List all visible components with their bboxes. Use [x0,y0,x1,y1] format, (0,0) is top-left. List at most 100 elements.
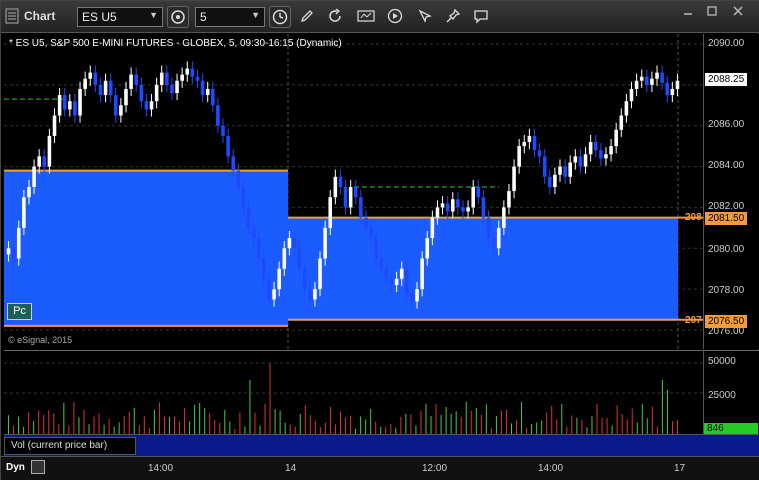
comment-button[interactable] [471,6,493,28]
candle-body [629,88,634,102]
candle-body [124,88,128,106]
volume-axis-label: 50000 [708,356,736,367]
candle-body [246,207,251,228]
candle-body [496,227,501,249]
candle-body [353,187,358,198]
candle-body [170,84,174,94]
candle-body [440,203,445,208]
dyn-settings-icon[interactable] [31,460,45,474]
candle-body [277,268,281,290]
candle-body [394,278,399,286]
candle-body [573,156,578,163]
candle-body [108,80,113,96]
volume-chart-svg [4,362,704,435]
candle-body [491,238,496,249]
candle-body [583,154,588,167]
candle-body [42,156,47,167]
volume-legend-bar: Vol (current price bar) [4,434,759,456]
candle-body [32,166,36,187]
candle-body [389,278,394,286]
volume-axis-label: 25000 [708,390,736,401]
play-button[interactable] [385,6,407,28]
candle-body [665,82,670,96]
candle-body [588,142,593,155]
volume-plot[interactable] [4,350,704,435]
draw-button[interactable] [297,6,319,28]
candle-body [251,227,256,239]
candle-body [614,129,618,147]
candle-body [129,74,133,89]
time-axis[interactable]: Dyn 14:00 14 12:00 14:00 17 [1,456,759,480]
candle-body [159,72,164,85]
interval-value: 5 [200,10,207,24]
candle-body [68,101,72,110]
cursor-tool-button[interactable] [415,6,437,28]
candle-body [624,101,629,116]
candle-body [287,238,292,249]
interval-input[interactable]: 5 ▼ [195,7,265,27]
candle-body [119,105,123,116]
candle-body [359,197,363,218]
chevron-down-icon[interactable]: ▼ [251,10,260,20]
pin-button[interactable] [443,6,465,28]
minimize-button[interactable] [677,4,699,16]
candle-body [537,150,542,157]
price-chart-svg [4,34,704,349]
refresh-button[interactable] [325,6,347,28]
candle-body [675,80,680,89]
range-zone [4,170,288,326]
candle-body [27,187,31,198]
price-label: 2086.00 [708,119,745,130]
candle-body [645,76,649,85]
clock-button[interactable] [269,6,291,28]
candle-body [456,199,460,208]
candle-body [154,84,159,102]
candle-body [139,84,144,102]
pc-label[interactable]: Pc [7,303,32,320]
candle-body [502,207,506,228]
level-low-tag: 2076.50 [705,315,748,328]
maximize-button[interactable] [701,4,723,16]
chart-tool-button[interactable] [355,6,377,28]
last-price-tag: 2088.25 [705,73,748,86]
candle-body [113,95,118,116]
candle-body [302,268,307,290]
chart-toolbar: Chart ES U5 ▼ 5 ▼ [1,1,759,33]
close-button[interactable] [727,4,749,16]
candle-body [47,135,52,167]
volume-axis[interactable]: 50000 25000 846 [703,350,759,435]
candle-body [262,258,266,279]
candle-body [369,227,373,239]
chevron-down-icon[interactable]: ▼ [149,10,158,20]
grip-icon[interactable] [4,7,20,25]
candle-body [384,268,389,279]
candle-body [435,207,440,218]
price-plot[interactable] [4,34,704,349]
candle-body [430,217,435,239]
candle-body [236,170,241,187]
candle-body [532,135,537,151]
candle-body [73,101,77,116]
candle-body [333,176,338,198]
candle-body [180,74,184,81]
candle-body [78,88,82,116]
price-label: 2078.00 [708,285,745,296]
candle-body [563,166,567,177]
candle-body [445,203,450,212]
symbol-input[interactable]: ES U5 ▼ [77,7,163,27]
time-label: 17 [674,463,686,474]
dyn-label[interactable]: Dyn [6,462,25,473]
price-label: 2090.00 [708,38,745,49]
candle-body [599,150,603,159]
volume-legend-label[interactable]: Vol (current price bar) [4,437,136,455]
candle-body [655,72,659,79]
candle-body [578,156,583,167]
candle-body [226,135,230,157]
chart-header: * ES U5, S&P 500 E-MINI FUTURES - GLOBEX… [9,38,342,49]
candle-body [256,238,261,259]
cycle-button[interactable] [167,6,189,28]
level-high-trunc: 208 [685,212,702,223]
candle-body [88,72,93,79]
candle-body [450,199,455,212]
candle-body [241,187,246,208]
